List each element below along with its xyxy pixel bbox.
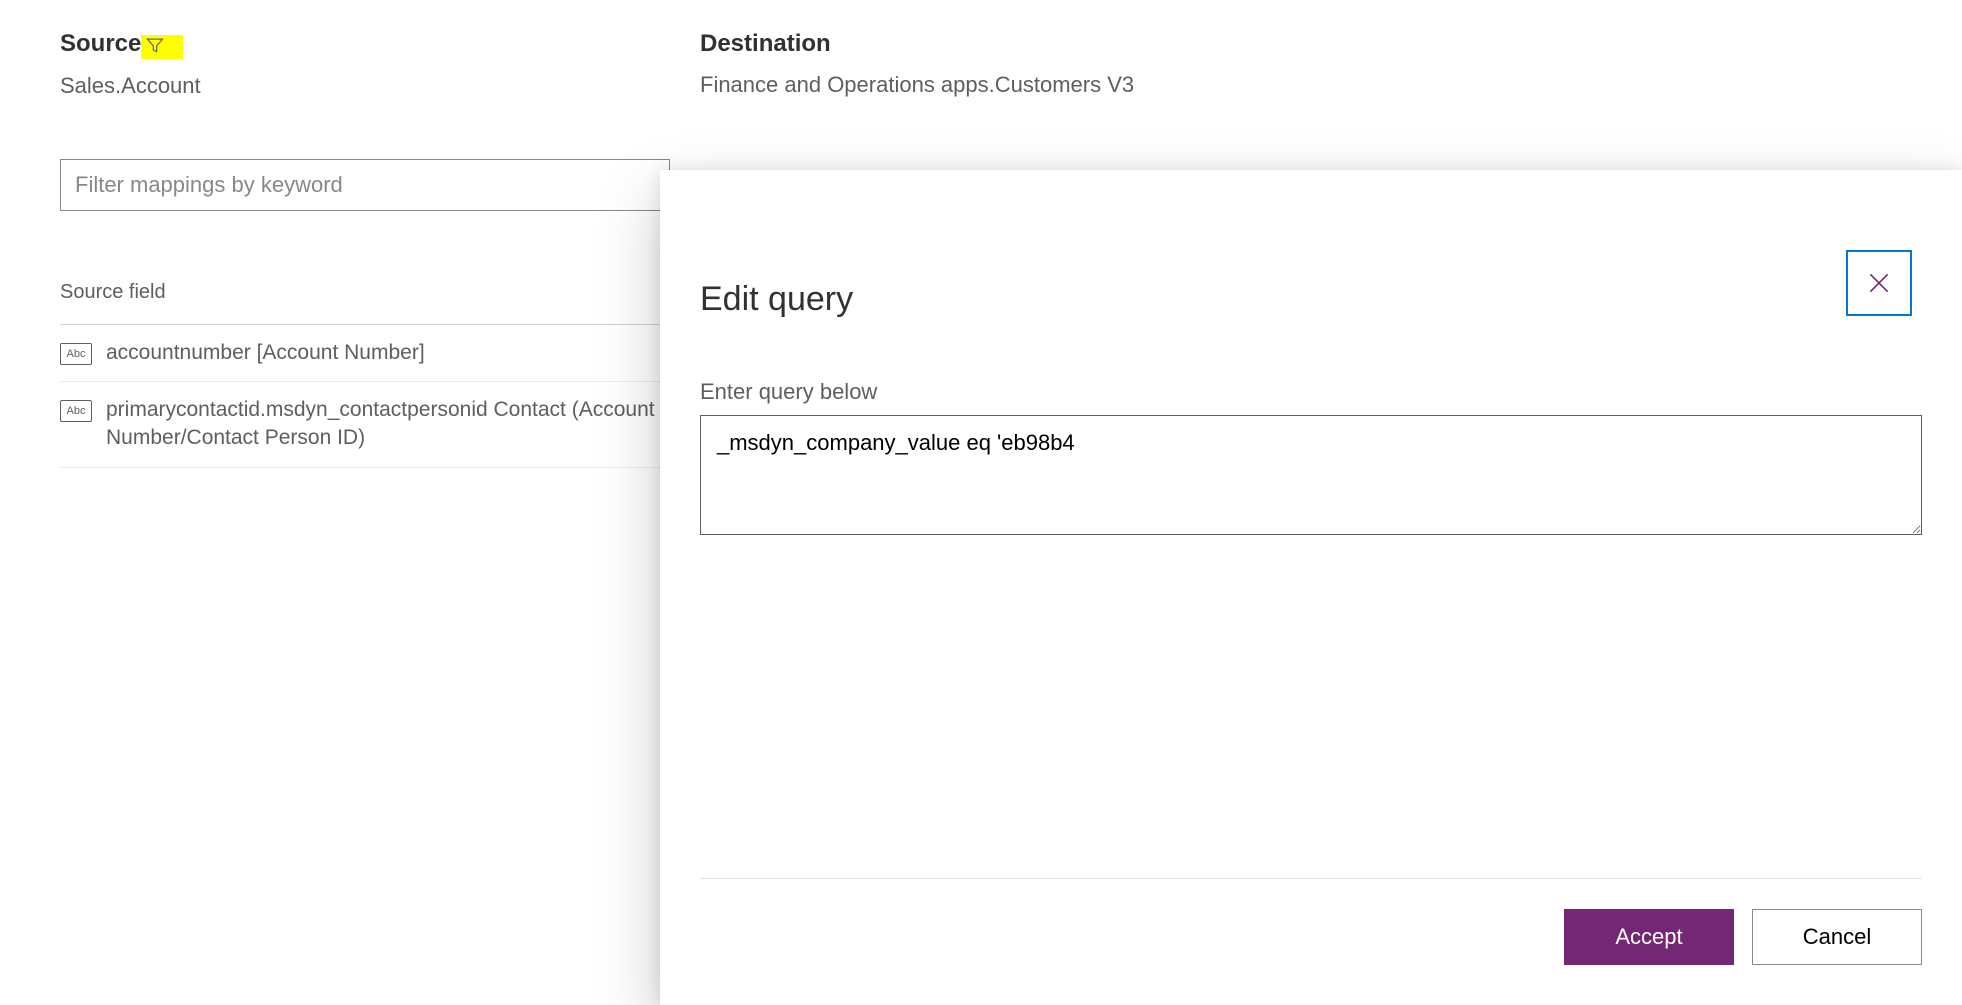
table-row[interactable]: Abc primarycontactid.msdyn_contactperson… [60, 382, 670, 468]
close-icon [1866, 270, 1892, 296]
table-row[interactable]: Abc accountnumber [Account Number] [60, 325, 670, 382]
edit-query-dialog: Edit query Enter query below Accept Canc… [660, 170, 1962, 1005]
dialog-actions: Accept Cancel [700, 879, 1922, 975]
field-name: accountnumber [Account Number] [106, 339, 425, 367]
filter-icon [145, 35, 165, 55]
text-type-icon: Abc [60, 343, 92, 365]
destination-column: Destination Finance and Operations apps.… [700, 30, 1902, 99]
source-field-header: Source field [60, 281, 670, 325]
source-column: Source Sales.Account [60, 30, 700, 99]
close-button[interactable] [1846, 250, 1912, 316]
filter-mappings-input[interactable] [60, 159, 670, 211]
text-type-icon: Abc [60, 400, 92, 422]
source-value: Sales.Account [60, 73, 700, 99]
cancel-button[interactable]: Cancel [1752, 909, 1922, 965]
dialog-title: Edit query [700, 280, 1922, 319]
source-field-table: Source field Abc accountnumber [Account … [60, 281, 670, 468]
field-name: primarycontactid.msdyn_contactpersonid C… [106, 396, 670, 453]
filter-button-highlight[interactable] [141, 35, 183, 59]
query-label: Enter query below [700, 379, 1922, 405]
destination-value: Finance and Operations apps.Customers V3 [700, 72, 1902, 98]
query-textarea[interactable] [700, 415, 1922, 535]
destination-label: Destination [700, 30, 831, 58]
accept-button[interactable]: Accept [1564, 909, 1734, 965]
source-label: Source [60, 30, 141, 58]
